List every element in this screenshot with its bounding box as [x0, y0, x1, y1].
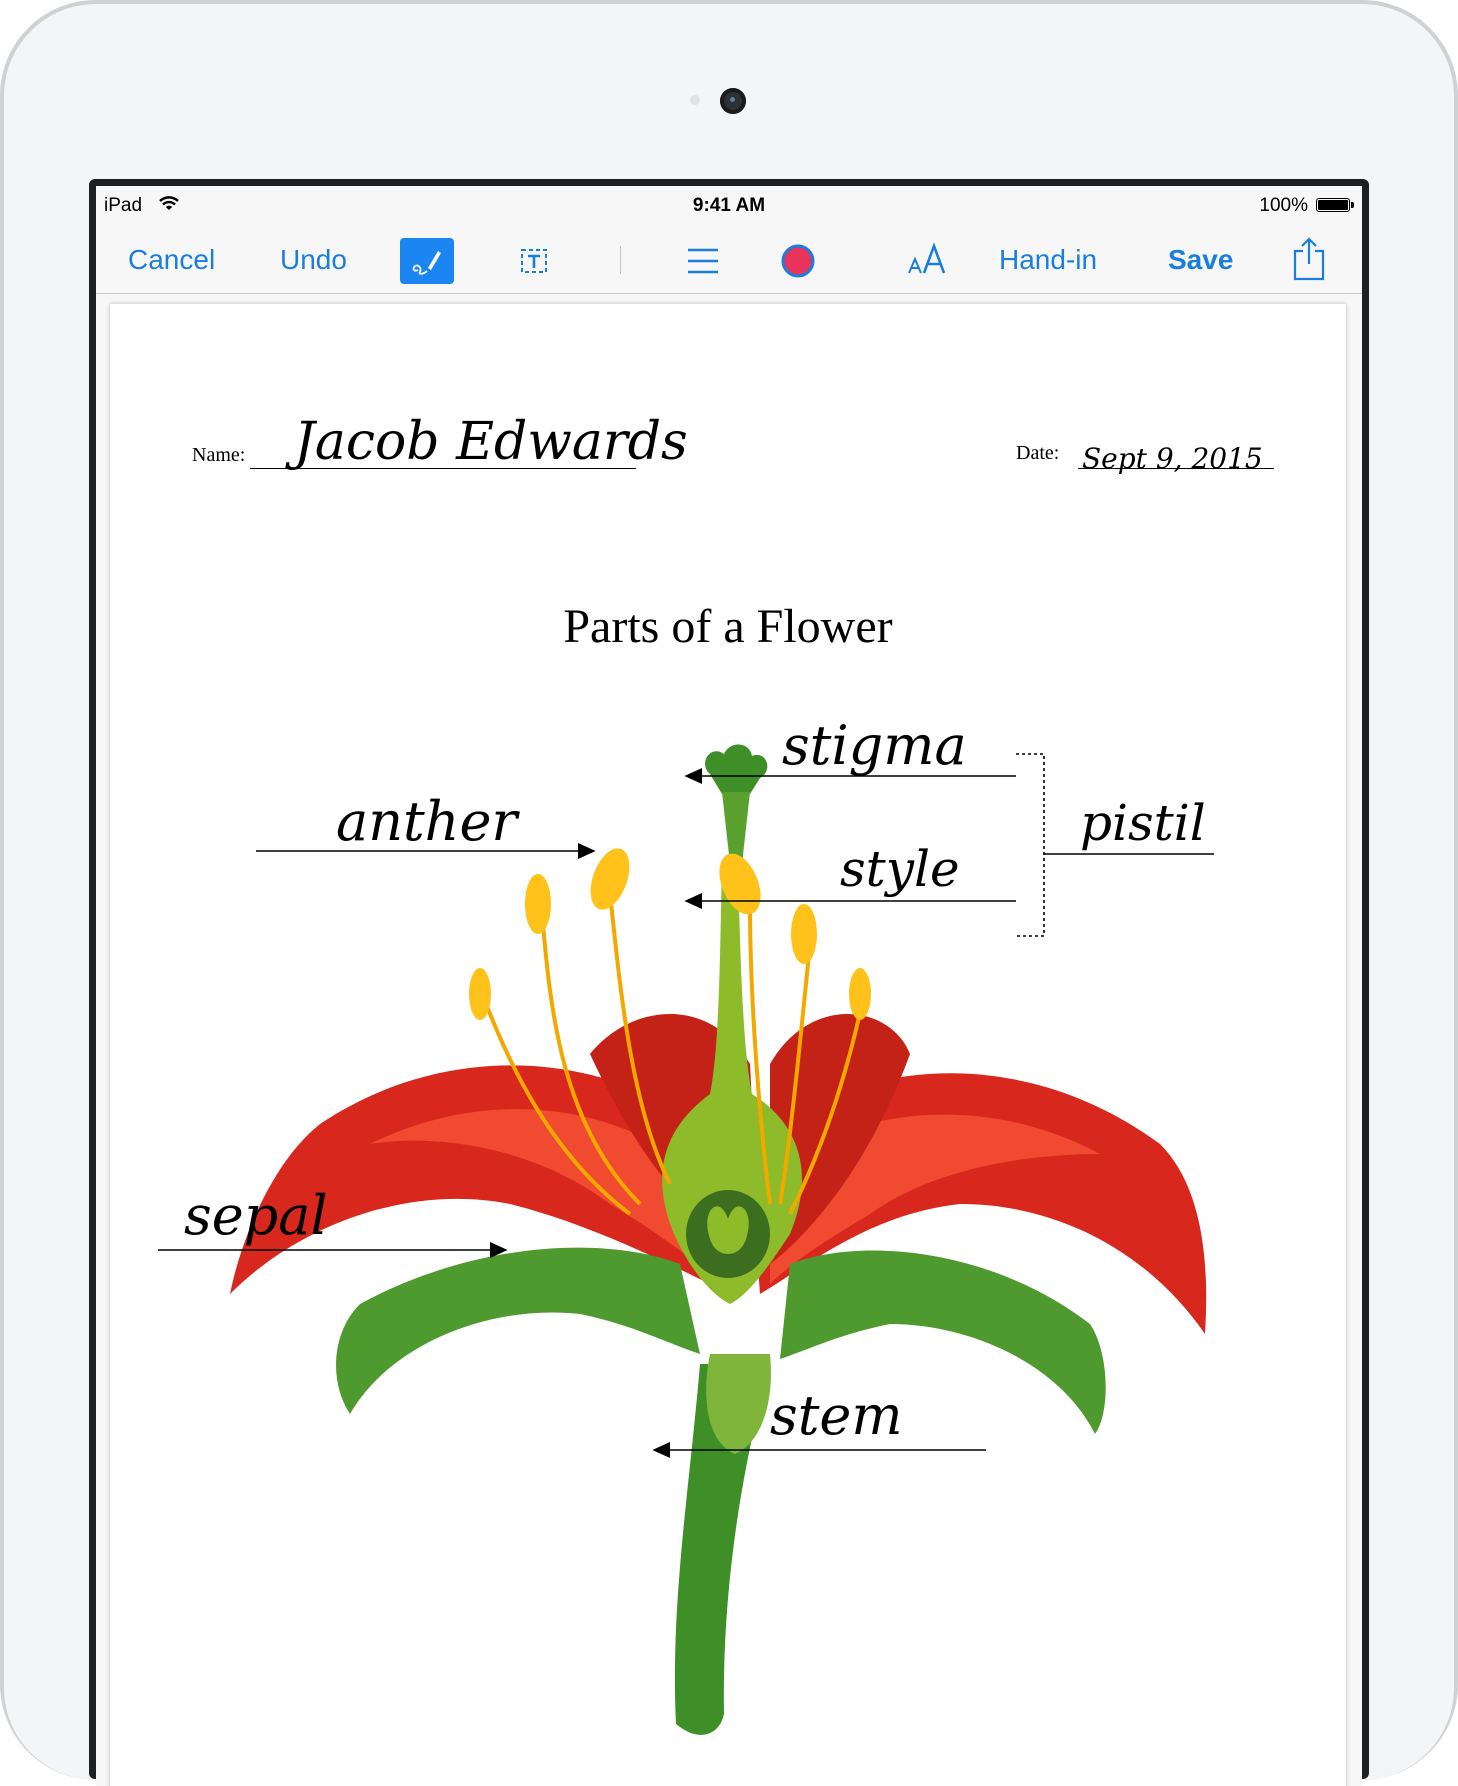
- label-stem: stem: [770, 1384, 903, 1447]
- hand-in-button[interactable]: Hand-in: [999, 244, 1097, 276]
- label-stigma: stigma: [782, 714, 967, 777]
- text-size-button[interactable]: [906, 240, 952, 285]
- status-time: 9:41 AM: [692, 195, 766, 216]
- text-size-icon: [908, 242, 946, 274]
- text-box-icon: [521, 249, 547, 273]
- menu-button[interactable]: [686, 247, 720, 280]
- cancel-button[interactable]: Cancel: [128, 244, 215, 276]
- app-screen: iPad 9:41 AM 100% Cancel Undo Hand-in Sa…: [96, 186, 1362, 1786]
- undo-button[interactable]: Undo: [280, 244, 347, 276]
- flower-diagram: [158, 744, 1214, 1735]
- menu-icon: [688, 248, 718, 274]
- label-style: style: [840, 840, 960, 898]
- color-picker-icon: [781, 244, 815, 278]
- label-anther: anther: [336, 790, 518, 853]
- label-pistil: pistil: [1080, 794, 1206, 852]
- save-button[interactable]: Save: [1168, 244, 1233, 276]
- worksheet-page[interactable]: Name: Jacob Edwards Date: Sept 9, 2015 P…: [110, 304, 1346, 1786]
- share-button[interactable]: [1292, 236, 1326, 287]
- toolbar: Cancel Undo Hand-in Save: [96, 226, 1362, 294]
- text-box-button[interactable]: [518, 246, 550, 281]
- battery-icon: [1316, 198, 1354, 212]
- toolbar-divider: [620, 246, 621, 274]
- battery-percentage: 100%: [1259, 195, 1308, 216]
- color-picker-button[interactable]: [780, 243, 816, 284]
- label-sepal: sepal: [184, 1184, 328, 1247]
- pen-tool-button[interactable]: [400, 238, 454, 284]
- status-bar: iPad 9:41 AM 100%: [96, 186, 1362, 226]
- flower-illustration: [230, 744, 1207, 1735]
- share-icon: [1293, 237, 1325, 281]
- pen-icon: [412, 251, 441, 275]
- ambient-sensor: [690, 95, 700, 105]
- front-camera: [720, 88, 746, 114]
